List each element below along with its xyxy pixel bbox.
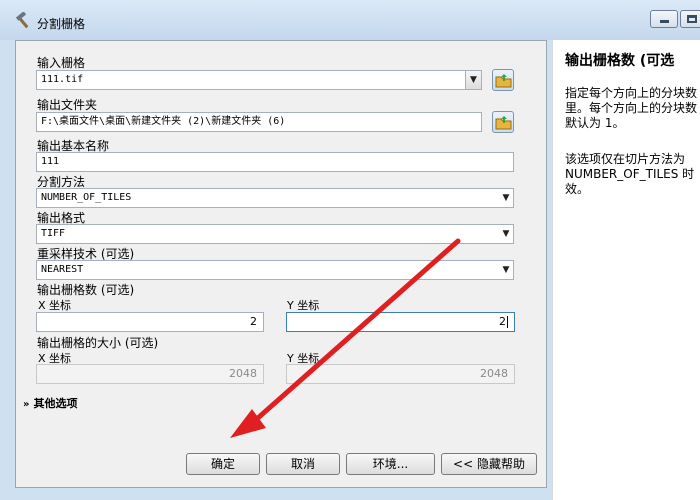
minimize-icon [660,20,669,23]
resampling-chevron-down-icon[interactable]: ▼ [498,261,514,279]
output-format-chevron-down-icon[interactable]: ▼ [498,225,514,243]
parameters-pane: 输入栅格 111.tif ▼ 输出文件夹 F:\桌面文件\桌面\新建文件夹 (2… [15,40,547,488]
environments-button[interactable]: 环境... [346,453,435,475]
tile-size-y-input[interactable]: 2048 [286,364,515,384]
num-rasters-x-value: 2 [250,315,257,328]
output-folder-browse-button[interactable] [492,111,514,133]
split-method-value: NUMBER_OF_TILES [41,192,132,203]
output-base-name-field[interactable]: 111 [36,152,514,172]
resampling-select[interactable]: NEAREST [36,260,514,280]
text-caret [507,316,508,328]
window-title: 分割栅格 [37,17,86,31]
input-raster-dropdown-arrow[interactable]: ▼ [465,71,481,89]
output-folder-label: 输出文件夹 [37,98,98,112]
input-raster-label: 输入栅格 [37,56,86,70]
maximize-icon [687,15,697,23]
help-line: 默认为 1。 [565,116,625,130]
split-raster-window: 分割栅格 输入栅格 111.tif ▼ 输出文件夹 F:\桌面文件\桌面\新建文… [0,0,700,500]
open-folder-icon [495,116,512,130]
num-rasters-y-value: 2 [499,315,506,328]
help-line: NUMBER_OF_TILES 时 [565,167,695,181]
help-line: 里。每个方向上的分块数 [565,101,698,115]
help-title: 输出栅格数 (可选 [565,53,675,69]
output-format-select[interactable]: TIFF [36,224,514,244]
tile-size-x-input[interactable]: 2048 [36,364,264,384]
title-bar: 分割栅格 [0,0,700,40]
resampling-value: NEAREST [41,264,84,275]
parameters-scroll-area[interactable]: 输入栅格 111.tif ▼ 输出文件夹 F:\桌面文件\桌面\新建文件夹 (2… [16,41,546,445]
more-options-toggle[interactable]: » 其他选项 [23,395,77,411]
num-rasters-x-label: X 坐标 [38,299,72,312]
hide-help-button[interactable]: << 隐藏帮助 [441,453,537,475]
input-raster-field[interactable]: 111.tif [36,70,482,90]
more-options-label: 其他选项 [33,397,78,410]
tile-size-x-value: 2048 [229,367,257,380]
output-base-name-value: 111 [41,156,60,167]
input-raster-value: 111.tif [41,74,84,85]
num-rasters-y-input[interactable]: 2 [286,312,515,332]
minimize-button[interactable] [650,10,678,28]
tile-size-y-value: 2048 [480,367,508,380]
help-line: 指定每个方向上的分块数 [565,86,698,100]
help-pane: 输出栅格数 (可选 指定每个方向上的分块数 里。每个方向上的分块数 默认为 1。… [552,40,700,500]
num-rasters-x-input[interactable]: 2 [36,312,264,332]
maximize-button[interactable] [680,10,700,28]
help-line: 该选项仅在切片方法为 [565,152,686,166]
help-paragraph-2: 该选项仅在切片方法为 NUMBER_OF_TILES 时 效。 [565,152,700,197]
input-raster-browse-button[interactable] [492,69,514,91]
ok-button[interactable]: 确定 [186,453,260,475]
help-line: 效。 [565,182,590,196]
open-folder-icon [495,74,512,88]
num-rasters-label: 输出栅格数 (可选) [37,283,135,297]
cancel-button[interactable]: 取消 [266,453,340,475]
double-chevron-down-icon: » [23,399,30,410]
num-rasters-y-label: Y 坐标 [287,299,320,312]
split-method-select[interactable]: NUMBER_OF_TILES [36,188,514,208]
hammer-icon [14,11,32,30]
help-paragraph-1: 指定每个方向上的分块数 里。每个方向上的分块数 默认为 1。 [565,86,700,131]
split-method-chevron-down-icon[interactable]: ▼ [498,189,514,207]
output-folder-field[interactable]: F:\桌面文件\桌面\新建文件夹 (2)\新建文件夹 (6) [36,112,482,132]
output-folder-value: F:\桌面文件\桌面\新建文件夹 (2)\新建文件夹 (6) [41,116,286,127]
output-format-value: TIFF [41,228,66,239]
tile-size-label: 输出栅格的大小 (可选) [37,336,159,350]
